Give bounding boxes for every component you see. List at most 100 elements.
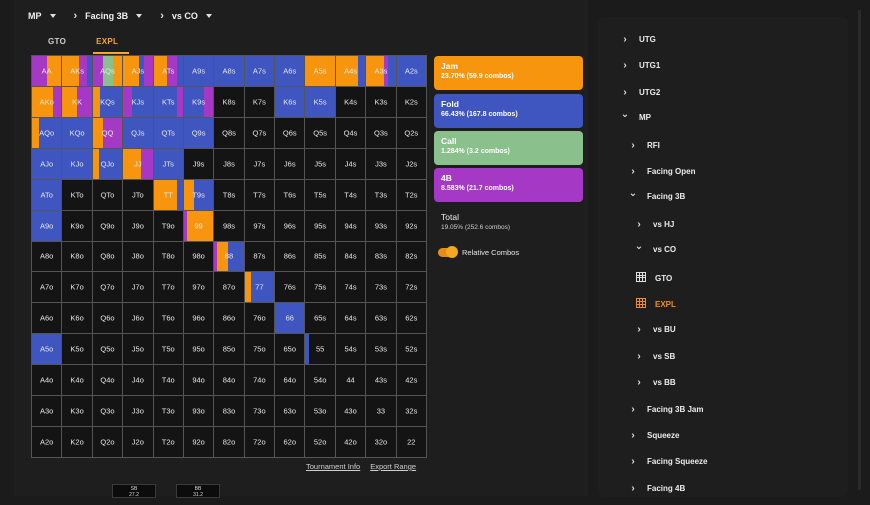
hand-cell-73s[interactable]: 73s — [366, 272, 397, 304]
hand-cell-ajs[interactable]: AJs — [123, 56, 154, 87]
hand-cell-83o[interactable]: 83o — [214, 396, 245, 428]
hand-cell-jto[interactable]: JTo — [123, 179, 154, 211]
hand-cell-kjs[interactable]: KJs — [123, 86, 154, 118]
hand-cell-ajo[interactable]: AJo — [32, 148, 63, 180]
action-jam[interactable]: Jam 23.70% (59.9 combos) — [434, 56, 583, 90]
hand-cell-72s[interactable]: 72s — [396, 272, 427, 304]
hand-cell-j3o[interactable]: J3o — [123, 396, 154, 428]
hand-cell-43o[interactable]: 43o — [335, 396, 367, 428]
hand-cell-76o[interactable]: 76o — [244, 303, 276, 335]
hand-cell-88[interactable]: 88 — [214, 241, 245, 273]
hand-cell-kqo[interactable]: KQo — [62, 117, 93, 149]
nav-item-vs-co[interactable]: ⌄ vs CO — [634, 241, 676, 254]
hand-cell-87o[interactable]: 87o — [214, 272, 245, 304]
hand-cell-92s[interactable]: 92s — [396, 210, 427, 242]
hand-cell-t7o[interactable]: T7o — [153, 272, 184, 304]
hand-cell-ato[interactable]: ATo — [32, 179, 63, 211]
toggle-switch[interactable] — [438, 246, 458, 258]
hand-cell-qjo[interactable]: QJo — [92, 148, 124, 180]
hand-cell-a9s[interactable]: A9s — [183, 56, 215, 87]
hand-cell-a3o[interactable]: A3o — [32, 396, 63, 428]
hand-cell-q9s[interactable]: Q9s — [183, 117, 215, 149]
hand-cell-q7o[interactable]: Q7o — [92, 272, 124, 304]
hand-cell-j7s[interactable]: J7s — [244, 148, 276, 180]
hand-cell-54o[interactable]: 54o — [305, 365, 336, 397]
hand-cell-q5s[interactable]: Q5s — [305, 117, 336, 149]
hand-cell-j5s[interactable]: J5s — [305, 148, 336, 180]
scenario-dropdown[interactable]: › Facing 3B — [74, 10, 143, 22]
hand-cell-52o[interactable]: 52o — [305, 427, 336, 458]
hand-cell-a6s[interactable]: A6s — [275, 56, 306, 87]
nav-item-facing-3b[interactable]: ⌄ Facing 3B — [628, 188, 685, 201]
hand-cell-q2s[interactable]: Q2s — [396, 117, 427, 149]
hand-cell-85o[interactable]: 85o — [214, 334, 245, 366]
hand-cell-t2o[interactable]: T2o — [153, 427, 184, 458]
tournament-info-link[interactable]: Tournament Info — [306, 462, 360, 471]
hand-cell-qjs[interactable]: QJs — [123, 117, 154, 149]
nav-item-facing-squeeze[interactable]: › Facing Squeeze — [628, 456, 707, 467]
hand-cell-j9o[interactable]: J9o — [123, 210, 154, 242]
hand-cell-a6o[interactable]: A6o — [32, 303, 63, 335]
hand-cell-a8o[interactable]: A8o — [32, 241, 63, 273]
villain-dropdown[interactable]: › vs CO — [160, 10, 212, 22]
hand-cell-66[interactable]: 66 — [275, 303, 306, 335]
hand-cell-76s[interactable]: 76s — [275, 272, 306, 304]
hand-cell-t8s[interactable]: T8s — [214, 179, 245, 211]
hand-cell-93s[interactable]: 93s — [366, 210, 397, 242]
nav-item-facing-open[interactable]: › Facing Open — [628, 166, 695, 177]
hand-cell-j5o[interactable]: J5o — [123, 334, 154, 366]
hand-cell-a7o[interactable]: A7o — [32, 272, 63, 304]
nav-item-utg1[interactable]: › UTG1 — [620, 60, 660, 71]
hand-cell-42o[interactable]: 42o — [335, 427, 367, 458]
hand-cell-k9o[interactable]: K9o — [62, 210, 93, 242]
hand-cell-t4s[interactable]: T4s — [335, 179, 367, 211]
hand-cell-jj[interactable]: JJ — [123, 148, 154, 180]
hand-cell-j7o[interactable]: J7o — [123, 272, 154, 304]
hand-cell-t8o[interactable]: T8o — [153, 241, 184, 273]
hand-cell-97s[interactable]: 97s — [244, 210, 276, 242]
hand-cell-q6o[interactable]: Q6o — [92, 303, 124, 335]
hand-cell-98o[interactable]: 98o — [183, 241, 215, 273]
export-range-link[interactable]: Export Range — [370, 462, 416, 471]
hand-cell-k8s[interactable]: K8s — [214, 86, 245, 118]
nav-item-gto[interactable]: GTO — [636, 271, 672, 285]
nav-item-vs-bb[interactable]: › vs BB — [634, 377, 675, 388]
hand-cell-j8s[interactable]: J8s — [214, 148, 245, 180]
hand-cell-73o[interactable]: 73o — [244, 396, 276, 428]
hand-cell-63s[interactable]: 63s — [366, 303, 397, 335]
hand-cell-75s[interactable]: 75s — [305, 272, 336, 304]
hand-cell-q4s[interactable]: Q4s — [335, 117, 367, 149]
hand-cell-k9s[interactable]: K9s — [183, 86, 215, 118]
hand-cell-t5s[interactable]: T5s — [305, 179, 336, 211]
hand-cell-j6o[interactable]: J6o — [123, 303, 154, 335]
hand-cell-kqs[interactable]: KQs — [92, 86, 124, 118]
hand-cell-52s[interactable]: 52s — [396, 334, 427, 366]
tab-gto[interactable]: GTO — [48, 37, 66, 46]
nav-item-squeeze[interactable]: › Squeeze — [628, 430, 679, 441]
hand-cell-k8o[interactable]: K8o — [62, 241, 93, 273]
hand-cell-53s[interactable]: 53s — [366, 334, 397, 366]
hand-cell-t6s[interactable]: T6s — [275, 179, 306, 211]
hand-cell-87s[interactable]: 87s — [244, 241, 276, 273]
hand-cell-95o[interactable]: 95o — [183, 334, 215, 366]
hand-cell-75o[interactable]: 75o — [244, 334, 276, 366]
hand-cell-32o[interactable]: 32o — [366, 427, 397, 458]
nav-item-facing-4b[interactable]: › Facing 4B — [628, 483, 685, 494]
hand-cell-44[interactable]: 44 — [335, 365, 367, 397]
hand-cell-55[interactable]: 55 — [305, 334, 336, 366]
hand-cell-k4o[interactable]: K4o — [62, 365, 93, 397]
hand-cell-t6o[interactable]: T6o — [153, 303, 184, 335]
hand-cell-85s[interactable]: 85s — [305, 241, 336, 273]
hand-cell-63o[interactable]: 63o — [275, 396, 306, 428]
hand-cell-kjo[interactable]: KJo — [62, 148, 93, 180]
hand-cell-kto[interactable]: KTo — [62, 179, 93, 211]
hand-cell-65s[interactable]: 65s — [305, 303, 336, 335]
hand-cell-72o[interactable]: 72o — [244, 427, 276, 458]
action-4bet[interactable]: 4B 8.583% (21.7 combos) — [434, 168, 583, 202]
hand-cell-qts[interactable]: QTs — [153, 117, 184, 149]
hand-cell-kts[interactable]: KTs — [153, 86, 184, 118]
hand-cell-83s[interactable]: 83s — [366, 241, 397, 273]
hand-cell-94o[interactable]: 94o — [183, 365, 215, 397]
hand-cell-94s[interactable]: 94s — [335, 210, 367, 242]
hand-cell-74s[interactable]: 74s — [335, 272, 367, 304]
